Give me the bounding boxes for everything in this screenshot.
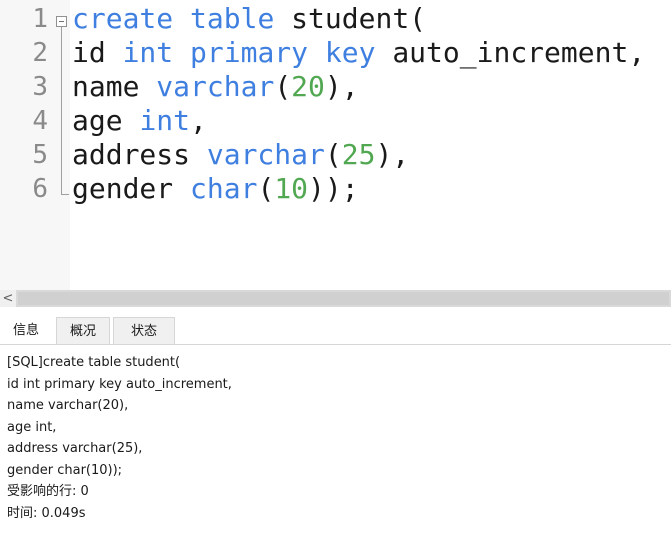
output-line: address varchar(25), xyxy=(7,441,143,456)
code-text: create table student( xyxy=(72,2,426,36)
output-line: name varchar(20), xyxy=(7,398,129,413)
line-number: 3 xyxy=(32,72,48,102)
sql-text: address xyxy=(72,138,207,171)
sql-keyword: varchar xyxy=(206,138,325,171)
sql-text: )); xyxy=(308,172,359,205)
sql-text: student( xyxy=(274,2,427,35)
result-tabs: 信息 概况 状态 xyxy=(0,314,671,345)
sql-keyword: int xyxy=(139,104,191,137)
tab-status[interactable]: 状态 xyxy=(113,317,175,344)
code-text: age int, xyxy=(72,104,207,138)
line-number: 6 xyxy=(32,174,48,204)
output-line: id int primary key auto_increment, xyxy=(7,376,232,392)
line-number: 5 xyxy=(32,140,48,170)
sql-number: 20 xyxy=(291,70,325,103)
output-line: age int, xyxy=(7,419,57,435)
sql-keyword: table xyxy=(190,2,275,35)
sql-text: ), xyxy=(375,138,410,171)
sql-number: 10 xyxy=(274,172,309,205)
sql-text: ( xyxy=(274,70,292,103)
line-number: 4 xyxy=(32,106,48,136)
message-output: [SQL]create table student( id int primar… xyxy=(7,352,647,524)
sql-keyword: create xyxy=(72,2,174,35)
sql-keyword: primary xyxy=(190,36,309,69)
code-line[interactable]: 2 id int primary key auto_increment, xyxy=(0,36,671,70)
scrollbar-thumb[interactable] xyxy=(18,292,669,305)
affected-rows-line: 受影响的行: 0 xyxy=(7,484,89,499)
sql-text: id xyxy=(72,36,123,69)
sql-keyword: int xyxy=(122,36,174,69)
sql-text: age xyxy=(72,104,140,137)
sql-text: auto_increment, xyxy=(375,36,646,69)
sql-text: ), xyxy=(324,70,359,103)
sql-keyword: key xyxy=(324,36,376,69)
line-number: 1 xyxy=(32,4,48,34)
code-line[interactable]: 3 name varchar(20), xyxy=(0,70,671,104)
code-text: id int primary key auto_increment, xyxy=(72,36,645,70)
elapsed-time-line: 时间: 0.049s xyxy=(7,505,86,521)
sql-keyword: char xyxy=(190,172,258,205)
code-line[interactable]: 4 age int, xyxy=(0,104,671,138)
sql-number: 25 xyxy=(341,138,376,171)
code-line[interactable]: 1 create table student( xyxy=(0,2,671,36)
line-number: 2 xyxy=(32,38,48,68)
horizontal-scrollbar[interactable]: < xyxy=(0,290,671,307)
code-text: address varchar(25), xyxy=(72,138,409,172)
scroll-left-arrow-icon[interactable]: < xyxy=(0,290,16,307)
sql-keyword: varchar xyxy=(156,70,275,103)
code-line[interactable]: 5 address varchar(25), xyxy=(0,138,671,172)
sql-text: name xyxy=(72,70,157,103)
sql-text: ( xyxy=(257,172,275,205)
code-text: name varchar(20), xyxy=(72,70,359,104)
tab-info[interactable]: 信息 xyxy=(0,317,52,344)
output-line: [SQL]create table student( xyxy=(7,355,181,370)
sql-editor[interactable]: 1 create table student( 2 id int primary ke… xyxy=(0,0,671,290)
sql-text: gender xyxy=(72,172,191,205)
sql-text: ( xyxy=(324,138,342,171)
code-line[interactable]: 6 gender char(10)); xyxy=(0,172,671,206)
code-text: gender char(10)); xyxy=(72,172,359,206)
output-line: gender char(10)); xyxy=(7,462,123,478)
sql-text: , xyxy=(190,104,207,137)
tab-overview[interactable]: 概况 xyxy=(56,317,110,344)
